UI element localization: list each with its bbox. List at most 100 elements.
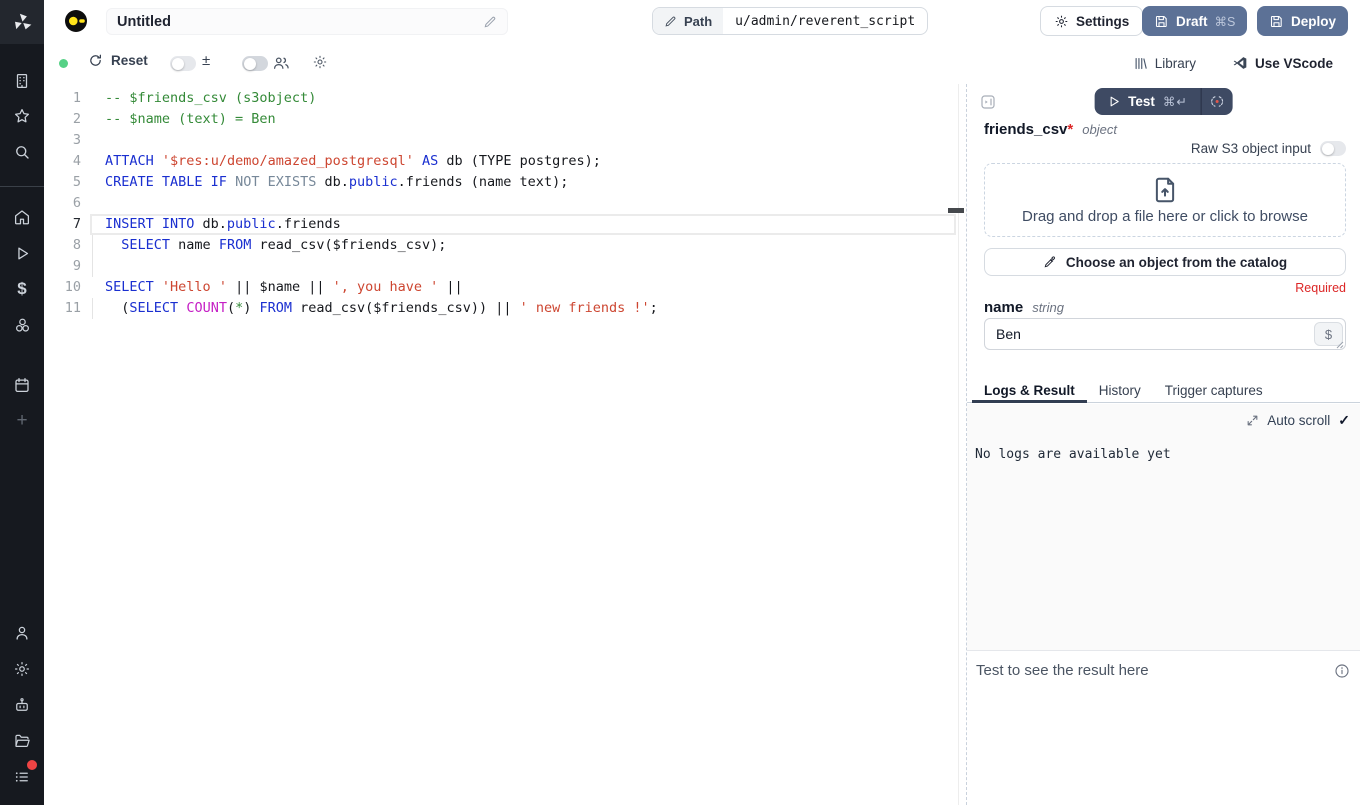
sidebar-item-schedules[interactable]	[0, 372, 44, 398]
settings-button[interactable]: Settings	[1040, 6, 1143, 36]
home-icon	[13, 208, 31, 226]
raw-s3-toggle[interactable]	[1320, 141, 1346, 156]
code-text: -- $friends_csv (s3object)	[90, 88, 316, 109]
code-line[interactable]: 7INSERT INTO db.public.friends	[44, 214, 966, 235]
library-label: Library	[1155, 56, 1196, 71]
test-shortcut: ⌘↵	[1163, 94, 1188, 109]
sidebar-item-more[interactable]: +	[0, 408, 44, 434]
code-text	[90, 256, 105, 277]
code-line[interactable]: 10SELECT 'Hello ' || $name || ', you hav…	[44, 277, 966, 298]
catalog-button-label: Choose an object from the catalog	[1066, 255, 1287, 270]
choose-object-catalog-button[interactable]: Choose an object from the catalog	[984, 248, 1346, 276]
name-input[interactable]	[984, 318, 1346, 350]
windmill-logo-icon	[12, 12, 33, 33]
dropzone-text: Drag and drop a file here or click to br…	[1022, 208, 1308, 225]
script-title-input[interactable]: Untitled	[106, 8, 508, 35]
settings-label: Settings	[1076, 14, 1129, 29]
deploy-button[interactable]: Deploy	[1257, 6, 1348, 36]
autoscroll-control[interactable]: Auto scroll ✓	[1246, 412, 1350, 429]
arg-name-name: name	[984, 299, 1023, 316]
arg-type-string: string	[1032, 300, 1064, 315]
overview-ruler-cursor-mark	[948, 208, 964, 213]
code-line[interactable]: 6	[44, 193, 966, 214]
reset-button[interactable]: Reset	[88, 53, 148, 68]
result-area: Test to see the result here	[967, 650, 1360, 805]
diff-toggle[interactable]	[170, 56, 196, 71]
toggle-knob	[172, 58, 184, 70]
dollar-icon: $	[17, 279, 26, 299]
code-line[interactable]: 4ATTACH '$res:u/demo/amazed_postgresql' …	[44, 151, 966, 172]
tab-logs-result[interactable]: Logs & Result	[972, 378, 1087, 402]
raw-s3-row: Raw S3 object input	[984, 141, 1346, 156]
logs-empty-message: No logs are available yet	[975, 447, 1171, 462]
multiplayer-toggle[interactable]	[242, 56, 268, 71]
code-text: ATTACH '$res:u/demo/amazed_postgresql' A…	[90, 151, 601, 172]
play-icon	[1107, 95, 1120, 108]
file-upload-icon	[1150, 175, 1180, 205]
sidebar-item-search[interactable]	[0, 139, 44, 165]
draft-button[interactable]: Draft ⌘S	[1142, 6, 1247, 36]
test-button[interactable]: Test ⌘↵	[1094, 88, 1201, 115]
capture-test-button[interactable]	[1202, 88, 1233, 115]
code-line[interactable]: 5CREATE TABLE IF NOT EXISTS db.public.fr…	[44, 172, 966, 193]
sidebar-item-workers[interactable]	[0, 692, 44, 718]
sidebar-item-audit-logs[interactable]	[0, 764, 44, 790]
sidebar-item-variables[interactable]: $	[0, 276, 44, 302]
status-dot	[59, 59, 68, 68]
reset-label: Reset	[111, 53, 148, 68]
overview-ruler	[958, 84, 959, 805]
editor-settings-icon[interactable]	[312, 54, 328, 70]
sidebar-item-resources[interactable]	[0, 312, 44, 338]
line-number: 6	[44, 193, 90, 214]
line-number: 9	[44, 256, 90, 277]
library-button[interactable]: Library	[1133, 56, 1196, 71]
plus-icon: +	[16, 410, 27, 432]
sidebar-item-account[interactable]	[0, 620, 44, 646]
line-number: 8	[44, 235, 90, 256]
sidebar-item-runs[interactable]	[0, 240, 44, 266]
code-text: (SELECT COUNT(*) FROM read_csv($friends_…	[90, 298, 658, 319]
arg-name-friends-csv: friends_csv*	[984, 121, 1073, 138]
save-icon	[1154, 14, 1169, 29]
pipette-icon	[1043, 255, 1057, 269]
sidebar-item-favorites[interactable]	[0, 103, 44, 129]
tab-history[interactable]: History	[1087, 378, 1153, 402]
code-line[interactable]: 1-- $friends_csv (s3object)	[44, 88, 966, 109]
sidebar-item-workspace[interactable]	[0, 68, 44, 94]
edit-title-pencil-icon[interactable]	[483, 15, 497, 29]
sidebar-item-folders[interactable]	[0, 728, 44, 754]
check-icon: ✓	[1338, 412, 1350, 429]
test-panel: Test ⌘↵ friends_csv* object Raw S3 objec…	[967, 84, 1360, 805]
line-number: 2	[44, 109, 90, 130]
name-label-row: name string	[984, 299, 1346, 316]
use-vscode-button[interactable]: Use VScode	[1232, 55, 1333, 71]
arg-type-object: object	[1082, 122, 1117, 137]
gear-icon	[13, 660, 31, 678]
plus-minus-icon: ±	[202, 52, 210, 69]
code-editor[interactable]: 1-- $friends_csv (s3object)2-- $name (te…	[44, 84, 966, 805]
file-dropzone[interactable]: Drag and drop a file here or click to br…	[984, 163, 1346, 237]
code-line[interactable]: 8 SELECT name FROM read_csv($friends_csv…	[44, 235, 966, 256]
folder-icon	[13, 732, 31, 750]
code-line[interactable]: 11 (SELECT COUNT(*) FROM read_csv($frien…	[44, 298, 966, 319]
path-control[interactable]: Path u/admin/reverent_script	[652, 7, 928, 35]
resize-handle-icon[interactable]	[1336, 341, 1344, 349]
line-number: 4	[44, 151, 90, 172]
collapse-panel-icon[interactable]	[980, 94, 996, 110]
info-icon[interactable]	[1334, 663, 1350, 679]
windmill-logo[interactable]	[0, 0, 44, 44]
code-line[interactable]: 3	[44, 130, 966, 151]
line-number: 10	[44, 277, 90, 298]
sidebar: $ +	[0, 0, 44, 805]
sidebar-item-home[interactable]	[0, 204, 44, 230]
topbar: Untitled Path u/admin/reverent_script Se…	[44, 0, 1360, 42]
panel-tabs: Logs & Result History Trigger captures	[967, 378, 1360, 403]
code-line[interactable]: 2-- $name (text) = Ben	[44, 109, 966, 130]
tab-trigger-captures[interactable]: Trigger captures	[1153, 378, 1275, 402]
path-edit-button[interactable]: Path	[653, 8, 723, 34]
line-number: 11	[44, 298, 90, 319]
refresh-icon	[88, 53, 103, 68]
code-text: SELECT name FROM read_csv($friends_csv);	[90, 235, 446, 256]
sidebar-item-settings[interactable]	[0, 656, 44, 682]
code-line[interactable]: 9	[44, 256, 966, 277]
